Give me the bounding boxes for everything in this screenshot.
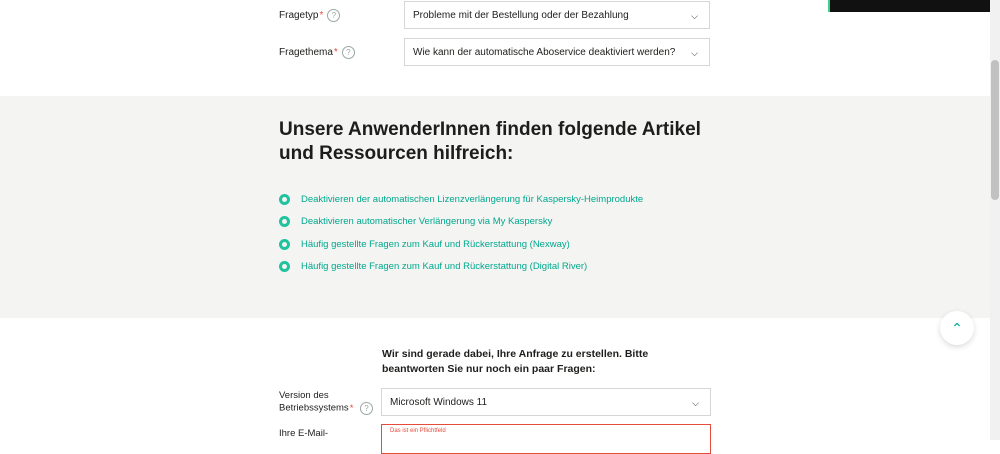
help-icon[interactable]: ?: [360, 402, 374, 415]
fragetyp-value: Probleme mit der Bestellung oder der Bez…: [413, 9, 629, 21]
chevron-down-icon: ⌵: [691, 48, 698, 58]
help-link[interactable]: Häufig gestellte Fragen zum Kauf und Rüc…: [279, 233, 643, 256]
email-input[interactable]: Das ist ein Pflichtfeld: [381, 424, 711, 454]
circle-bullet-icon: [279, 216, 290, 228]
circle-bullet-icon: [279, 238, 290, 250]
chevron-up-icon: ⌃: [951, 319, 963, 336]
circle-bullet-icon: [279, 193, 290, 205]
top-right-banner: [828, 0, 992, 12]
required-mark: *: [319, 9, 324, 21]
scrollbar-thumb[interactable]: [991, 60, 999, 200]
fragetyp-row: Fragetyp * ? Probleme mit der Bestellung …: [279, 1, 710, 29]
os-version-select[interactable]: Microsoft Windows 11 ⌵: [381, 388, 711, 416]
fragethema-value: Wie kann der automatische Aboservice dea…: [413, 46, 676, 58]
fragetyp-label: Fragetyp * ?: [279, 8, 404, 22]
fragethema-row: Fragethema * ? Wie kann der automatische …: [279, 38, 710, 66]
fragethema-label: Fragethema * ?: [279, 45, 404, 59]
scrollbar[interactable]: [990, 0, 1000, 440]
help-link[interactable]: Deaktivieren automatischer Verlängerung …: [279, 211, 643, 234]
help-link[interactable]: Deaktivieren der automatischen Lizenzver…: [279, 188, 643, 211]
required-mark: *: [333, 46, 338, 58]
chevron-down-icon: ⌵: [691, 11, 698, 21]
form-heading: Wir sind gerade dabei, Ihre Anfrage zu e…: [382, 348, 649, 375]
os-version-label: Version des Betriebssystems* ?: [279, 390, 379, 415]
scroll-to-top-button[interactable]: ⌃: [940, 311, 974, 345]
help-icon[interactable]: ?: [327, 8, 341, 22]
fragetyp-select[interactable]: Probleme mit der Bestellung oder der Bez…: [404, 1, 710, 29]
email-error-message: Das ist ein Pflichtfeld: [390, 428, 446, 434]
fragethema-select[interactable]: Wie kann der automatische Aboservice dea…: [404, 38, 710, 66]
email-label: Ihre E-Mail-: [279, 428, 329, 439]
circle-bullet-icon: [279, 261, 290, 273]
help-section-title: Unsere AnwenderInnen finden folgende Art…: [279, 119, 701, 164]
help-icon[interactable]: ?: [341, 45, 355, 59]
help-links-list: Deaktivieren der automatischen Lizenzver…: [279, 188, 643, 278]
chevron-down-icon: ⌵: [692, 398, 699, 408]
required-mark: *: [349, 402, 354, 414]
help-link[interactable]: Häufig gestellte Fragen zum Kauf und Rüc…: [279, 256, 643, 279]
os-version-value: Microsoft Windows 11: [390, 396, 488, 408]
